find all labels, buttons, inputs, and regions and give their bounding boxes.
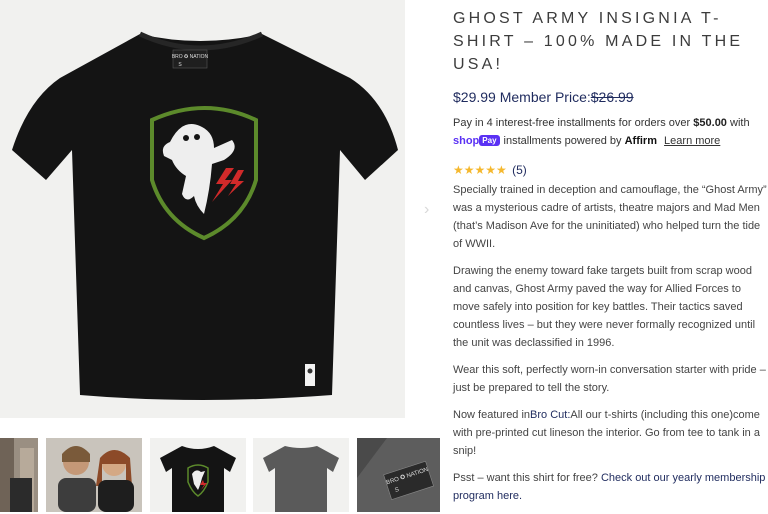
product-rating[interactable]: ★★★★★ (5) — [453, 163, 527, 177]
member-price: $29.99 — [453, 89, 496, 105]
member-price-label: Member Price: — [499, 89, 591, 105]
thumbnail-lifestyle-1[interactable] — [0, 438, 38, 512]
description-paragraph: Psst – want this shirt for free? Check o… — [453, 472, 766, 502]
star-rating-icon: ★★★★★ — [453, 163, 507, 177]
shop-pay-logo: shop — [453, 135, 480, 147]
description-paragraph: Wear this soft, perfectly worn-in conver… — [453, 364, 766, 394]
learn-more-link[interactable]: Learn more — [664, 135, 720, 147]
price-row: $29.99 Member Price:$26.99 — [453, 89, 634, 105]
tshirt-front-image: BRO ✪ NATION S — [12, 31, 398, 400]
main-product-image[interactable]: BRO ✪ NATION S — [0, 0, 405, 418]
review-count[interactable]: (5) — [512, 163, 527, 177]
thumbnail-tag-detail[interactable]: BRO ✪ NATION S — [357, 438, 440, 512]
affirm-logo: Affirm — [624, 135, 657, 147]
hem-tag — [305, 364, 315, 386]
thumbnail-front[interactable] — [150, 438, 246, 512]
thumbnail-strip: BRO ✪ NATION S — [0, 438, 440, 512]
description-paragraph: Drawing the enemy toward fake targets bu… — [453, 265, 756, 349]
thumbnail-back[interactable] — [253, 438, 349, 512]
description-paragraph: Now featured inBro Cut:All our t-shirts … — [453, 409, 760, 457]
thumbnail-lifestyle-2[interactable] — [46, 438, 142, 512]
original-price: $26.99 — [590, 89, 634, 105]
description-paragraph: Specially trained in deception and camou… — [453, 184, 767, 250]
product-description: Specially trained in deception and camou… — [453, 181, 768, 514]
next-image-arrow-icon[interactable]: › — [424, 202, 436, 218]
installments-info: Pay in 4 interest-free installments for … — [453, 117, 750, 147]
bro-cut-link[interactable]: Bro Cut: — [530, 409, 570, 421]
shop-pay-badge: Pay — [479, 135, 500, 146]
product-title: Ghost Army Insignia T-Shirt – 100% Made … — [453, 10, 744, 73]
neck-tag-brand: BRO ✪ NATION — [172, 54, 209, 60]
installments-threshold: $50.00 — [693, 117, 727, 129]
